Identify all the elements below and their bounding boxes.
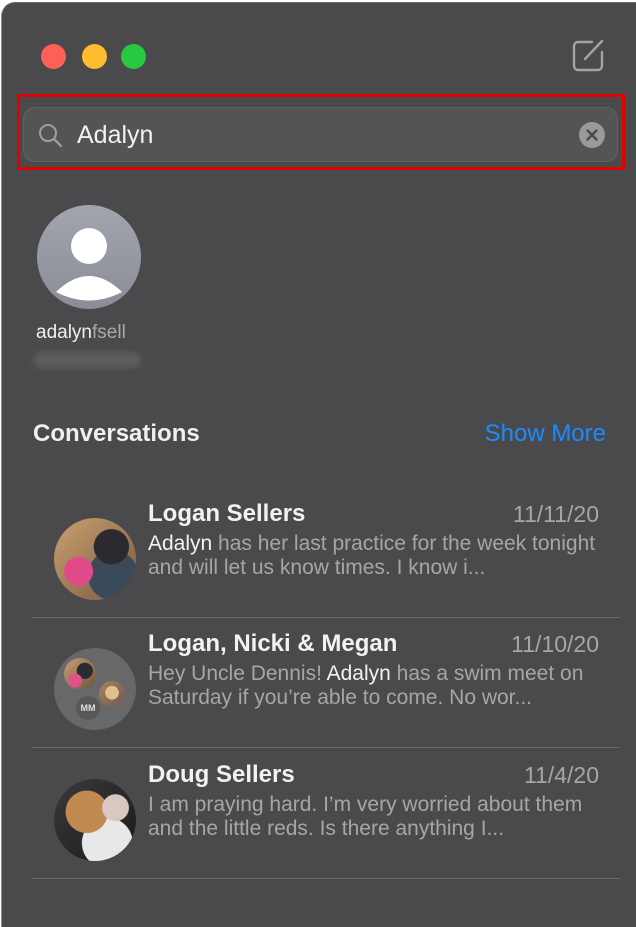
group-member-avatar: [64, 658, 96, 690]
maximize-button[interactable]: [121, 44, 146, 69]
group-avatar: MM: [54, 648, 136, 730]
preview-text: has her last practice for the week tonig…: [148, 532, 596, 579]
preview-match: Adalyn: [326, 662, 391, 685]
divider: [32, 747, 620, 748]
divider: [32, 878, 620, 879]
conversation-row[interactable]: Logan Sellers 11/11/20 Adalyn has her la…: [32, 488, 620, 618]
preview-text: I am praying hard. I’m very worried abou…: [148, 793, 583, 840]
minimize-button[interactable]: [82, 44, 107, 69]
group-member-initials: MM: [76, 696, 100, 720]
contact-username-match: adalyn: [36, 322, 92, 343]
conversation-row[interactable]: Doug Sellers 11/4/20 I am praying hard. …: [32, 749, 620, 879]
group-member-avatar: [99, 681, 125, 707]
contact-username-rest: fsell: [92, 322, 126, 343]
conversation-name: Logan Sellers: [148, 500, 306, 527]
conversation-preview: Hey Uncle Dennis! Adalyn has a swim meet…: [148, 662, 608, 710]
conversation-date: 11/10/20: [511, 631, 599, 657]
conversation-name: Doug Sellers: [148, 761, 295, 788]
conversations-heading: Conversations: [33, 420, 200, 447]
contact-subtitle-redacted: [33, 352, 141, 368]
person-placeholder-icon: [56, 228, 122, 301]
contact-result[interactable]: [37, 205, 141, 309]
compose-icon: [572, 39, 604, 72]
contact-username[interactable]: adalynfsell: [36, 322, 126, 344]
preview-text: Hey Uncle Dennis!: [148, 662, 327, 685]
search-highlight-box: [17, 94, 625, 170]
close-button[interactable]: [41, 44, 66, 69]
conversation-row[interactable]: MM Logan, Nicki & Megan 11/10/20 Hey Unc…: [32, 618, 620, 748]
preview-match: Adalyn: [148, 532, 213, 555]
conversation-name: Logan, Nicki & Megan: [148, 630, 398, 657]
conversation-date: 11/4/20: [523, 762, 599, 788]
compose-button[interactable]: [572, 38, 606, 72]
conversation-preview: I am praying hard. I’m very worried abou…: [148, 793, 608, 841]
conversation-date: 11/11/20: [512, 501, 599, 527]
show-more-link[interactable]: Show More: [485, 420, 606, 448]
conversation-preview: Adalyn has her last practice for the wee…: [148, 532, 608, 580]
avatar: [54, 518, 136, 600]
avatar: [54, 779, 136, 861]
